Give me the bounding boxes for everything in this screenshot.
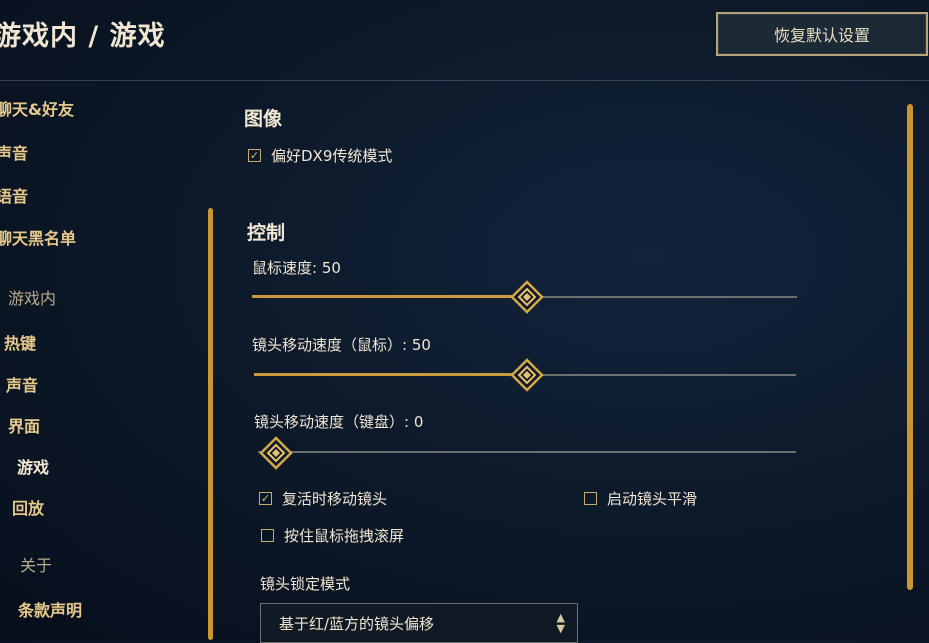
sidebar-item-chat-blacklist[interactable]: 聊天黑名单 — [0, 225, 76, 249]
sidebar-item-terms[interactable]: 条款声明 — [18, 597, 82, 621]
drag-scroll-label: 按住鼠标拖拽滚屏 — [284, 527, 405, 545]
drag-scroll-checkbox[interactable]: 按住鼠标拖拽滚屏 — [261, 525, 404, 546]
move-camera-on-revive-label: 复活时移动镜头 — [282, 490, 388, 508]
mouse-speed-label: 鼠标速度: 50 — [252, 259, 341, 277]
camera-lock-mode-label: 镜头锁定模式 — [260, 575, 351, 593]
dx9-legacy-label: 偏好DX9传统模式 — [271, 147, 393, 165]
restore-defaults-button[interactable]: 恢复默认设置 — [716, 12, 928, 56]
camera-speed-mouse-fill — [254, 373, 527, 376]
camera-smoothing-checkbox[interactable]: 启动镜头平滑 — [584, 488, 697, 509]
camera-speed-mouse-label: 镜头移动速度（鼠标）: 50 — [252, 336, 431, 354]
mouse-speed-knob[interactable] — [510, 280, 544, 314]
header-divider — [0, 80, 929, 81]
unchecked-box-icon — [584, 492, 597, 505]
sidebar-item-voice[interactable]: 语音 — [0, 183, 28, 207]
sidebar-item-sound[interactable]: 声音 — [0, 140, 28, 164]
section-title-graphics: 图像 — [244, 108, 283, 130]
sidebar-scrollbar[interactable] — [208, 208, 213, 640]
unchecked-box-icon — [261, 529, 274, 542]
camera-lock-mode-value: 基于红/蓝方的镜头偏移 — [279, 614, 435, 633]
sidebar-section-about: 关于 — [20, 556, 53, 575]
camera-lock-mode-select[interactable]: 基于红/蓝方的镜头偏移 ▲ ▼ — [260, 603, 578, 643]
up-down-chevron-icon: ▲ ▼ — [556, 611, 565, 635]
sidebar-item-interface[interactable]: 界面 — [8, 413, 40, 437]
camera-speed-mouse-knob[interactable] — [510, 358, 544, 392]
camera-speed-keyboard-label: 镜头移动速度（键盘）: 0 — [254, 413, 424, 431]
checkmark-icon: ✓ — [259, 492, 272, 505]
camera-speed-keyboard-knob[interactable] — [259, 436, 293, 470]
sidebar-item-replay[interactable]: 回放 — [12, 495, 44, 519]
dx9-legacy-checkbox[interactable]: ✓ 偏好DX9传统模式 — [248, 145, 392, 166]
sidebar-item-chat-friends[interactable]: 聊天&好友 — [0, 96, 74, 120]
camera-speed-keyboard-track[interactable] — [258, 451, 796, 453]
sidebar-item-hotkeys[interactable]: 热键 — [4, 330, 36, 354]
camera-smoothing-label: 启动镜头平滑 — [607, 490, 698, 508]
breadcrumb: 游戏内 / 游戏 — [0, 21, 166, 52]
checkmark-icon: ✓ — [248, 149, 261, 162]
sidebar-item-ingame-sound[interactable]: 声音 — [6, 372, 38, 396]
sidebar-section-ingame: 游戏内 — [8, 289, 57, 308]
content-scrollbar[interactable] — [907, 104, 913, 590]
sidebar-item-game[interactable]: 游戏 — [17, 454, 49, 478]
move-camera-on-revive-checkbox[interactable]: ✓ 复活时移动镜头 — [259, 488, 387, 509]
mouse-speed-fill — [252, 295, 527, 298]
section-title-controls: 控制 — [247, 222, 286, 244]
